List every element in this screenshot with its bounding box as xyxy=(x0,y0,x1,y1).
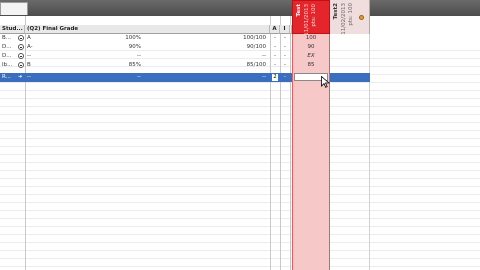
test2-column[interactable] xyxy=(330,34,370,270)
column-header-a[interactable]: A xyxy=(270,25,280,34)
column-header-i[interactable]: I xyxy=(280,25,290,34)
test-score[interactable]: 100 xyxy=(293,34,329,43)
test-title: Test xyxy=(296,4,302,17)
student-name[interactable]: B... xyxy=(2,34,16,43)
a-value: - xyxy=(274,44,276,50)
student-name[interactable]: Ib... xyxy=(2,61,16,70)
test2-column-header[interactable]: Test2 11/02/2013 pts: 100 xyxy=(330,0,370,35)
letter-grade: B xyxy=(27,62,31,68)
test2-title: Test2 xyxy=(333,3,339,20)
percent-grade: 90% xyxy=(128,44,141,50)
points-grade: 85/100 xyxy=(246,62,266,68)
i-value: - xyxy=(284,74,286,80)
test-column-header[interactable]: Test 11/01/2013 pts: 100 xyxy=(292,0,330,36)
grid-line xyxy=(0,258,480,267)
student-name[interactable]: D... xyxy=(2,52,16,61)
points-grade: -- xyxy=(262,74,266,80)
column-divider xyxy=(25,16,26,270)
i-value: - xyxy=(284,35,286,41)
expand-icon[interactable] xyxy=(18,53,24,59)
test-score[interactable]: 90 xyxy=(293,43,329,52)
student-name[interactable]: R... xyxy=(2,73,16,82)
mouse-cursor-icon xyxy=(321,76,330,88)
student-name[interactable]: D... xyxy=(2,43,16,52)
percent-grade: 85% xyxy=(128,62,141,68)
grade-info-icon[interactable] xyxy=(359,15,364,20)
selected-row-extension xyxy=(330,73,370,82)
i-value: - xyxy=(284,53,286,59)
student-tab[interactable] xyxy=(0,2,28,15)
a-value: - xyxy=(274,62,276,68)
a-value: - xyxy=(274,53,276,59)
expand-icon[interactable] xyxy=(18,35,24,41)
percent-grade: -- xyxy=(137,53,141,59)
expand-icon[interactable] xyxy=(18,62,24,68)
column-header-student[interactable]: Stud... xyxy=(0,25,25,34)
points-grade: -- xyxy=(262,53,266,59)
points-grade: 90/100 xyxy=(246,44,266,50)
percent-grade: -- xyxy=(137,74,141,80)
gradebook-toolbar xyxy=(0,0,480,16)
letter-grade: A xyxy=(27,35,31,41)
letter-grade: -- xyxy=(27,74,31,80)
a-value: - xyxy=(274,35,276,41)
test2-points: pts: 100 xyxy=(348,3,354,26)
column-divider xyxy=(290,16,291,270)
points-grade: 100/100 xyxy=(243,35,266,41)
test-score[interactable]: 85 xyxy=(293,61,329,70)
a-value: 2 xyxy=(272,74,278,81)
letter-grade: -- xyxy=(27,53,31,59)
row-pointer-icon: ➜ xyxy=(18,74,23,80)
test-points: pts: 100 xyxy=(311,4,317,27)
i-value: - xyxy=(284,62,286,68)
i-value: - xyxy=(284,44,286,50)
column-header-final-grade[interactable]: (Q2) Final Grade xyxy=(25,25,270,34)
test2-date: 11/02/2013 xyxy=(341,3,347,35)
percent-grade: 100% xyxy=(125,35,141,41)
letter-grade: A- xyxy=(27,44,33,50)
test-date: 11/01/2013 xyxy=(304,4,310,36)
expand-icon[interactable] xyxy=(18,44,24,50)
test-score[interactable]: EX xyxy=(293,52,329,61)
